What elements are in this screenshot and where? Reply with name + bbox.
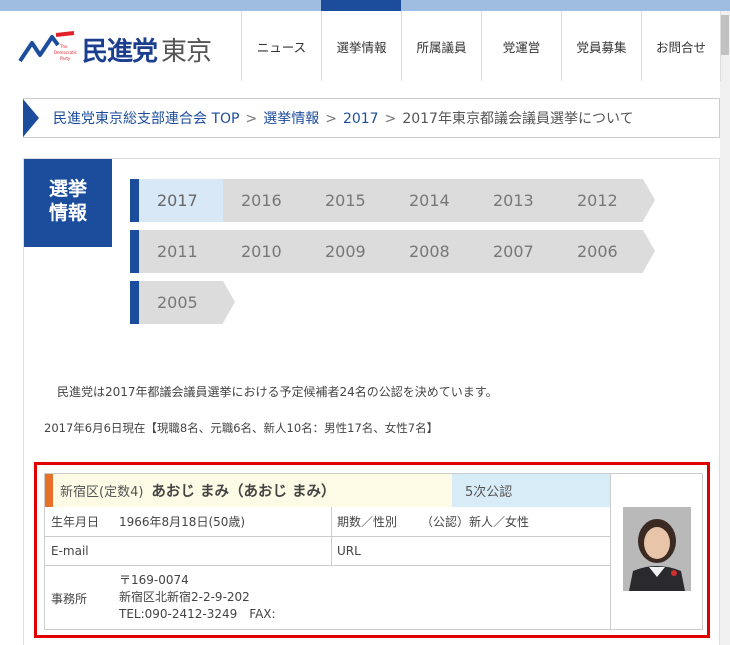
section-label-line2: 情報 [48, 202, 87, 224]
candidate-title: 新宿区(定数4) あおじ まみ（あおじ まみ） [53, 474, 452, 507]
year-tab-2017[interactable]: 2017 [139, 179, 223, 222]
breadcrumb-link-top[interactable]: 民進党東京総支部連合会 TOP [53, 111, 239, 127]
scrollbar-thumb[interactable] [721, 15, 729, 55]
candidate-portrait-icon [623, 507, 691, 591]
year-row-marker [130, 230, 139, 273]
year-tab-2009[interactable]: 2009 [307, 230, 391, 273]
candidate-photo-column [610, 474, 702, 629]
nav-item-contact[interactable]: お問合せ [641, 11, 721, 81]
candidate-district: 新宿区(定数4) [60, 485, 144, 500]
year-tab-2016[interactable]: 2016 [223, 179, 307, 222]
birth-value: 1966年8月18日(50歳) [119, 515, 246, 529]
row-divider [331, 537, 332, 565]
birth-label: 生年月日 [51, 515, 100, 529]
nav-item-member-recruitment[interactable]: 党員募集 [561, 11, 641, 81]
scrollbar[interactable] [720, 11, 730, 645]
site-logo[interactable]: The Democratic Party 民進党 東京 [18, 29, 238, 69]
candidate-row-birth: 生年月日 1966年8月18日(50歳) 期数／性別 （公認）新人／女性 [45, 507, 610, 537]
breadcrumb: 民進党東京総支部連合会 TOP > 選挙情報 >2017 >2017年東京都議会議員選挙… [23, 98, 720, 138]
year-row-marker [130, 179, 139, 222]
term-value: （公認）新人／女性 [421, 515, 530, 529]
candidate-card: 新宿区(定数4) あおじ まみ（あおじ まみ） 5次公認 生年月日 1966年8… [44, 473, 703, 630]
candidate-title-row: 新宿区(定数4) あおじ まみ（あおじ まみ） 5次公認 [45, 474, 610, 507]
office-postal: 〒169-0074 [119, 573, 189, 587]
active-nav-indicator [321, 0, 401, 11]
main-nav: ニュース 選挙情報 所属議員 党運営 党員募集 お問合せ [241, 11, 721, 81]
logo-sub-text: 東京 [161, 36, 212, 67]
year-tab-2008[interactable]: 2008 [391, 230, 475, 273]
year-selector: 2017 2016 2015 2014 2013 2012 2011 2010 … [130, 179, 655, 332]
candidate-title-accent [45, 474, 53, 507]
breadcrumb-separator: > [325, 111, 337, 127]
section-label-line1: 選挙 [48, 178, 87, 200]
year-row-end-arrow [223, 281, 235, 323]
year-row: 2011 2010 2009 2008 2007 2006 [130, 230, 655, 273]
year-tab-2013[interactable]: 2013 [475, 179, 559, 222]
candidate-row-contact: E-mail URL [45, 537, 610, 566]
year-row-end-arrow [643, 179, 655, 221]
year-row-end-arrow [643, 230, 655, 272]
nav-item-news[interactable]: ニュース [241, 11, 321, 81]
year-tab-2005[interactable]: 2005 [139, 281, 223, 324]
status-text: 2017年6月6日現在【現職8名、元職6名、新人10名：男性17名、女性7名】 [44, 421, 439, 435]
logo-main-text: 民進党 [82, 36, 158, 67]
nav-item-members[interactable]: 所属議員 [401, 11, 481, 81]
breadcrumb-separator: > [245, 111, 258, 127]
row-divider [331, 507, 332, 536]
year-tab-2006[interactable]: 2006 [559, 230, 643, 273]
democratic-party-logo-icon: The Democratic Party [18, 31, 77, 63]
breadcrumb-current: 2017年東京都議会議員選挙について [402, 111, 634, 127]
top-accent-bar [0, 0, 730, 11]
candidate-name: あおじ まみ（あおじ まみ） [151, 484, 336, 500]
candidate-row-office: 事務所 〒169-0074 新宿区北新宿2-2-9-202 TEL:090-24… [45, 566, 610, 630]
term-label: 期数／性別 [337, 515, 398, 529]
nav-item-election-info[interactable]: 選挙情報 [321, 11, 401, 81]
candidate-photo [623, 507, 691, 591]
intro-text: 民進党は2017年都議会議員選挙における予定候補者24名の公認を決めています。 [57, 385, 498, 399]
breadcrumb-separator: > [384, 111, 397, 127]
breadcrumb-link-2017[interactable]: 2017 [343, 111, 379, 127]
office-address: 〒169-0074 新宿区北新宿2-2-9-202 TEL:090-2412-3… [119, 572, 276, 623]
candidate-round-badge: 5次公認 [452, 474, 610, 507]
svg-text:Party: Party [60, 56, 71, 61]
year-tab-2012[interactable]: 2012 [559, 179, 643, 222]
office-label: 事務所 [51, 591, 88, 606]
breadcrumb-link-election-info[interactable]: 選挙情報 [263, 111, 319, 127]
office-tel: TEL:090-2412-3249 FAX: [119, 607, 276, 621]
year-tab-2015[interactable]: 2015 [307, 179, 391, 222]
year-tab-2011[interactable]: 2011 [139, 230, 223, 273]
url-label: URL [337, 544, 361, 558]
year-tab-2014[interactable]: 2014 [391, 179, 475, 222]
email-label: E-mail [51, 544, 89, 558]
year-row-marker [130, 281, 139, 324]
year-row: 2005 [130, 281, 655, 324]
year-row: 2017 2016 2015 2014 2013 2012 [130, 179, 655, 222]
section-label: 選挙 情報 [24, 159, 112, 247]
office-street: 新宿区北新宿2-2-9-202 [119, 590, 250, 604]
site-header: The Democratic Party 民進党 東京 ニュース 選挙情報 所属… [0, 11, 721, 81]
year-tab-2007[interactable]: 2007 [475, 230, 559, 273]
nav-item-party-management[interactable]: 党運営 [481, 11, 561, 81]
svg-text:Democratic: Democratic [54, 50, 77, 55]
breadcrumb-arrow-icon [23, 99, 39, 137]
svg-text:The: The [59, 44, 68, 49]
year-tab-2010[interactable]: 2010 [223, 230, 307, 273]
